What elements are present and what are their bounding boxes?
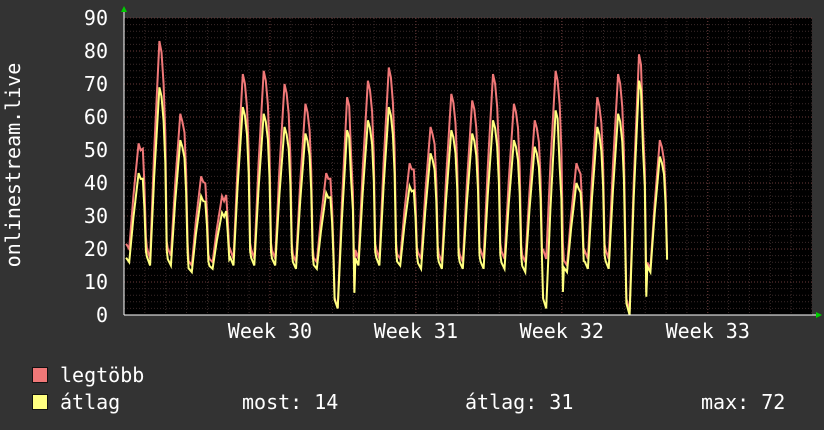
x-tick-label: Week 32 [520,319,604,343]
y-tick-label: 60 [84,105,108,129]
stat-max: max: 72 [701,390,786,414]
x-tick-label: Week 33 [666,319,750,343]
legend-item-max: legtöbb [32,365,144,385]
y-tick-label: 10 [84,270,108,294]
legend-label-avg: átlag [60,390,121,414]
legend-swatch-avg [32,394,48,410]
legend-swatch-max [32,367,48,383]
y-axis-label: onlinestream.live [1,63,25,268]
y-tick-label: 50 [84,138,108,162]
y-tick-labels: 0 10 20 30 40 50 60 70 80 90 [84,6,108,327]
x-tick-label: Week 31 [374,319,458,343]
x-tick-labels: Week 30 Week 31 Week 32 Week 33 [228,319,750,343]
x-tick-label: Week 30 [228,319,312,343]
y-tick-label: 90 [84,6,108,30]
y-tick-label: 40 [84,171,108,195]
y-axis-arrow [121,6,127,12]
y-tick-label: 20 [84,237,108,261]
legend-label-max: legtöbb [60,363,145,387]
chart: 0102030405060708090 Week 30 Week 31 Week 3… [1,6,822,343]
x-axis-arrow [816,312,822,318]
y-tick-label: 80 [84,39,108,63]
y-tick-label: 0 [96,303,108,327]
y-tick-label: 30 [84,204,108,228]
stat-now: most: 14 [242,390,339,414]
y-tick-label: 70 [84,72,108,96]
stat-avg: átlag: 31 [465,390,574,414]
legend-item-avg: átlag [32,392,120,412]
